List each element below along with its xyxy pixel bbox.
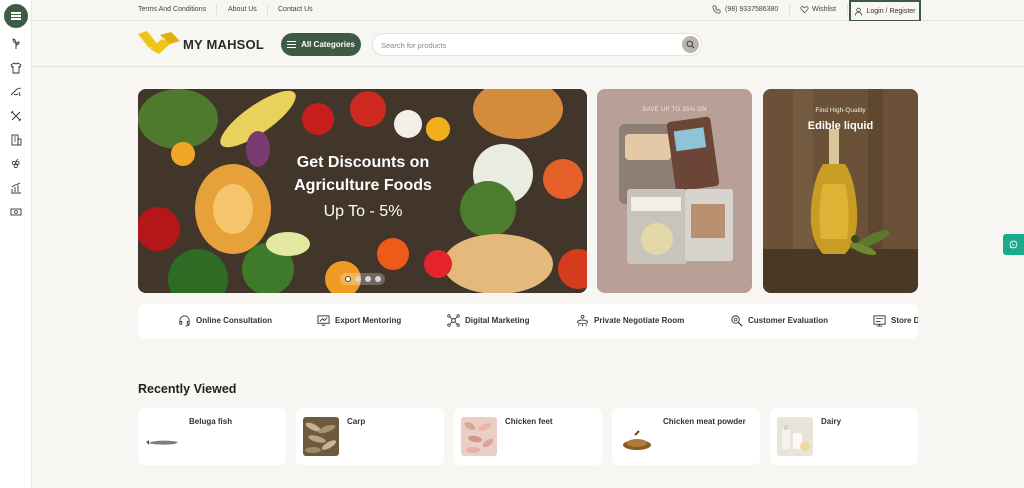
product-name: Beluga fish — [189, 417, 233, 426]
hero-line-1: Get Discounts on — [296, 154, 430, 171]
about-link[interactable]: About Us — [228, 6, 257, 13]
meeting-icon — [576, 314, 589, 327]
services-bar: Online Consultation Export Mentoring Dig… — [138, 304, 918, 338]
hero-line-2: Agriculture Foods — [294, 177, 432, 194]
divider — [216, 5, 217, 15]
search-icon — [686, 40, 695, 49]
side-rail — [0, 0, 32, 488]
login-register-label: Login / Register — [866, 7, 916, 15]
fishing-icon[interactable] — [9, 85, 23, 99]
logo-mark-icon — [138, 31, 180, 54]
product-card[interactable]: Carp — [296, 408, 444, 465]
divider — [267, 5, 268, 15]
product-card[interactable]: Chicken feet — [454, 408, 602, 465]
whatsapp-icon — [1009, 240, 1018, 249]
product-name: Carp — [347, 417, 366, 426]
product-name: Dairy — [821, 417, 842, 426]
all-categories-button[interactable]: All Categories — [281, 33, 361, 56]
grapes-icon[interactable] — [9, 157, 23, 171]
service-digital-marketing[interactable]: Digital Marketing — [447, 314, 529, 327]
product-card[interactable]: Chicken meat powder — [612, 408, 760, 465]
growth-chart-icon[interactable] — [9, 181, 23, 195]
phone-icon — [712, 5, 721, 16]
login-register-button[interactable]: Login / Register — [849, 0, 921, 22]
service-label: Private Negotiate Room — [594, 316, 685, 325]
whatsapp-button[interactable] — [1003, 234, 1024, 255]
slide-dot[interactable] — [344, 276, 351, 282]
hero-text: Get Discounts on Agriculture Foods Up To… — [293, 151, 433, 221]
service-customer-evaluation[interactable]: Customer Evaluation — [730, 314, 828, 327]
product-card[interactable]: Dairy — [770, 408, 918, 465]
chart-screen-icon — [317, 315, 330, 326]
promo-title: Edible liquid — [807, 120, 874, 132]
seedling-icon[interactable] — [9, 37, 23, 51]
hamburger-icon — [11, 15, 21, 17]
hero-line-3: Up To - 5% — [323, 203, 403, 220]
cash-icon[interactable] — [9, 205, 23, 219]
packaged-food-image — [597, 89, 752, 293]
recently-viewed-title: Recently Viewed — [138, 382, 237, 396]
service-label: Store D — [891, 316, 918, 325]
store-icon — [873, 315, 886, 327]
product-card[interactable]: Beluga fish — [138, 408, 286, 465]
shirt-icon[interactable] — [9, 61, 23, 75]
promo-sale-text: SAVE UP TO 35% ON — [642, 107, 707, 113]
tools-icon[interactable] — [9, 109, 23, 123]
product-name: Chicken feet — [505, 417, 553, 426]
service-label: Online Consultation — [196, 316, 272, 325]
search-input[interactable] — [381, 38, 671, 52]
search-bar — [372, 33, 702, 56]
menu-button[interactable] — [4, 4, 28, 28]
product-image — [461, 417, 497, 456]
contact-link[interactable]: Contact Us — [278, 6, 313, 13]
slider-dots — [340, 273, 385, 285]
search-button[interactable] — [682, 36, 699, 53]
all-categories-label: All Categories — [301, 40, 355, 49]
magnifier-gear-icon — [731, 315, 743, 327]
service-online-consultation[interactable]: Online Consultation — [178, 314, 272, 327]
slide-dot[interactable] — [364, 276, 371, 282]
product-image — [303, 417, 339, 456]
hamburger-icon — [287, 43, 297, 46]
terms-link[interactable]: Terms And Conditions — [138, 6, 206, 13]
logo[interactable]: MY MAHSOL — [138, 31, 264, 57]
promo-subtitle: Find High-Quality — [815, 107, 866, 114]
product-image — [145, 417, 181, 456]
service-store[interactable]: Store D — [873, 314, 918, 327]
product-image — [619, 417, 655, 456]
service-label: Export Mentoring — [335, 316, 402, 325]
promo-banner-food[interactable]: SAVE UP TO 35% ON — [597, 89, 752, 293]
user-icon — [855, 7, 863, 16]
service-label: Digital Marketing — [465, 316, 530, 325]
building-icon[interactable] — [9, 133, 23, 147]
product-name: Chicken meat powder — [663, 417, 746, 426]
heart-icon — [800, 5, 809, 16]
slide-dot[interactable] — [354, 276, 361, 282]
divider — [847, 5, 848, 15]
logo-text: MY MAHSOL — [183, 36, 265, 52]
promo-banner-oil[interactable]: Find High-Quality Edible liquid — [763, 89, 918, 293]
network-icon — [447, 314, 460, 327]
hero-banner[interactable]: Get Discounts on Agriculture Foods Up To… — [138, 89, 587, 293]
service-private-negotiate-room[interactable]: Private Negotiate Room — [576, 314, 684, 327]
divider — [789, 5, 790, 15]
wishlist-link[interactable]: Wishlist — [812, 6, 836, 13]
service-label: Customer Evaluation — [748, 316, 829, 325]
product-image — [777, 417, 813, 456]
slide-dot[interactable] — [374, 276, 381, 282]
headset-icon — [179, 315, 190, 327]
phone-number[interactable]: (98) 9337586380 — [725, 6, 778, 13]
service-export-mentoring[interactable]: Export Mentoring — [317, 314, 401, 327]
header: MY MAHSOL All Categories — [32, 21, 1024, 67]
